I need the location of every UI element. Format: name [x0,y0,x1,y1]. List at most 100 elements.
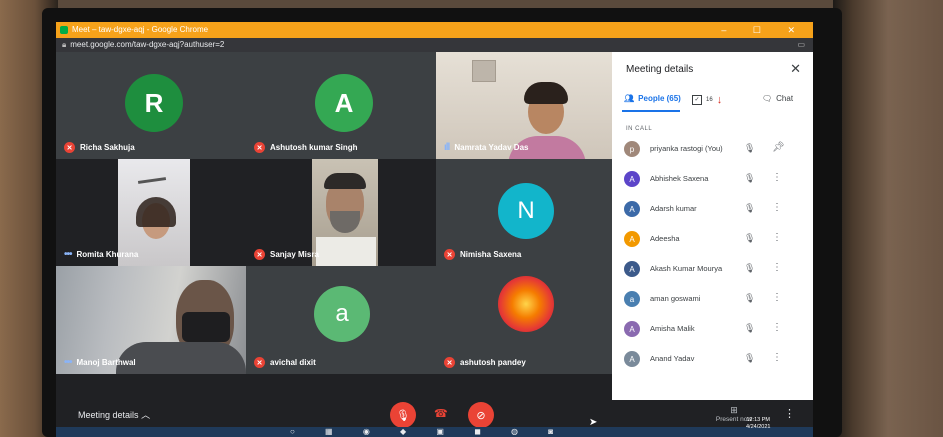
more-options-icon[interactable]: ⋮ [772,322,782,333]
mic-off-icon: ✕ [444,357,455,368]
system-clock[interactable]: 12:13 PM 4/24/2021 [746,417,770,431]
more-dots-icon: ••• [64,357,72,368]
tab-chat[interactable]: 🗨︎ Chat [762,94,793,103]
participant-list-item[interactable]: a aman goswami 🎙︎ ⋮ [612,284,813,314]
wall-switch [472,60,496,82]
participant-list-item[interactable]: A Anand Yadav 🎙︎ ⋮ [612,344,813,374]
participant-name-label: ✕ Richa Sakhuja [64,142,135,153]
meeting-details-panel: Meeting details ✕ 👥︎ People (65) ✓ 16 ↓ 🗨… [612,52,813,400]
participant-name: Abhishek Saxena [650,174,709,183]
mic-off-icon: ✕ [254,357,265,368]
avatar: N [498,183,554,239]
person-hair [524,82,568,104]
participant-name-label: ✕ avichal dixit [254,357,316,368]
meeting-control-bar: Meeting details ︿ 🎙︎ ☎︎ ⊘ ➤ ⊞ Present no… [56,400,813,428]
mic-off-icon: 🎙︎ [744,203,756,213]
mic-off-icon: 🎙︎ [744,263,756,273]
participant-list-item[interactable]: A Adarsh kumar 🎙︎ ⋮ [612,194,813,224]
background-room-right [833,0,943,437]
participant-list-item[interactable]: p priyanka rastogi (You) 🎙︎ 📌︎ [612,134,813,164]
close-icon[interactable]: ✕ [790,61,801,77]
meeting-details-button[interactable]: Meeting details ︿ [78,408,150,421]
panel-title: Meeting details [626,64,694,75]
microphone-off-button[interactable]: 🎙︎ [390,402,416,428]
tab-activities[interactable]: ✓ 16 ↓ [692,94,722,106]
avatar: A [315,74,373,132]
cast-icon[interactable]: ▭ [797,38,805,52]
participant-name-label: ••• Romita Khurana [64,249,139,260]
participant-tile[interactable]: ✕ Sanjay Misra [246,159,436,266]
participant-name: aman goswami [650,294,701,303]
avatar: a [624,291,640,307]
participant-name-label: ıll Namrata Yadav Das [444,142,529,153]
camera-off-icon: ⊘ [476,409,486,422]
avatar: A [624,231,640,247]
windows-taskbar: ○ ▦ ◉ ◆ ▣ ◼ ◍ ◙ 12:13 PM 4/24/2021 [56,417,813,437]
participant-name: Adeesha [650,234,680,243]
leave-call-button[interactable]: ☎︎ [434,407,448,420]
avatar: A [624,261,640,277]
red-arrow-annotation-icon: ↓ [716,94,723,106]
participant-tile[interactable]: A ✕ Ashutosh kumar Singh [246,52,436,159]
lock-icon: 🔒︎ [62,40,67,49]
window-controls[interactable]: – ☐ ✕ [721,22,807,38]
tab-people[interactable]: 👥︎ People (65) [624,94,681,103]
participant-tile[interactable]: ıll Namrata Yadav Das [436,52,612,159]
video-grid: R ✕ Richa Sakhuja A ✕ Ashutosh kumar Singh… [56,52,612,400]
participant-list-item[interactable]: A Abhishek Saxena 🎙︎ ⋮ [612,164,813,194]
more-options-icon[interactable]: ⋮ [772,262,782,273]
mic-off-icon: 🎙︎ [744,353,756,363]
in-call-heading: IN CALL [626,126,653,132]
meet-favicon-icon [60,25,68,34]
participant-list-item[interactable]: A Akash Kumar Mourya 🎙︎ ⋮ [612,254,813,284]
more-options-icon[interactable]: ⋮ [784,407,795,420]
window-title: Meet – taw-dgxe-aqj - Google Chrome [72,25,209,34]
more-dots-icon: ••• [64,249,72,260]
participant-name: priyanka rastogi (You) [650,144,723,153]
flower-profile-image [498,276,554,332]
checklist-icon: ✓ [692,95,702,105]
participant-tile[interactable]: ✕ ashutosh pandey [436,266,612,374]
more-options-icon[interactable]: ⋮ [772,172,782,183]
mic-off-icon: 🎙︎ [744,293,756,303]
url-text[interactable]: meet.google.com/taw-dgxe-aqj?authuser=2 [70,40,224,49]
participant-list-item[interactable]: A Amisha Malik 🎙︎ ⋮ [612,314,813,344]
phone-hangup-icon: ☎︎ [434,408,448,420]
participant-list-item[interactable]: A Adeesha 🎙︎ ⋮ [612,224,813,254]
active-tab-indicator [622,110,680,112]
pin-icon[interactable]: 📌︎ [772,142,785,153]
taskbar-app-icons[interactable]: ○ ▦ ◉ ◆ ▣ ◼ ◍ ◙ [290,427,567,436]
speaking-indicator-icon: ıll [444,142,450,153]
participant-tile[interactable]: ••• Manoj Barthwal [56,266,246,374]
avatar: A [624,201,640,217]
participant-tile[interactable]: N ✕ Nimisha Saxena [436,159,612,266]
participant-tile[interactable]: a ✕ avichal dixit [246,266,436,374]
more-options-icon[interactable]: ⋮ [772,292,782,303]
avatar: A [624,171,640,187]
participant-name: Amisha Malik [650,324,695,333]
mic-off-icon: 🎙︎ [744,233,756,243]
address-bar[interactable]: 🔒︎ meet.google.com/taw-dgxe-aqj?authuser=… [56,38,813,52]
mic-off-icon: 🎙︎ [744,173,756,183]
avatar: R [125,74,183,132]
more-options-icon[interactable]: ⋮ [772,232,782,243]
avatar: A [624,351,640,367]
avatar: A [624,321,640,337]
browser-titlebar: Meet – taw-dgxe-aqj - Google Chrome – ☐ … [56,22,813,38]
screen: Meet – taw-dgxe-aqj - Google Chrome – ☐ … [56,22,813,437]
mic-off-icon: ✕ [444,249,455,260]
participant-name-label: ✕ Nimisha Saxena [444,249,521,260]
more-options-icon[interactable]: ⋮ [772,202,782,213]
person-hair [324,173,366,189]
mic-off-icon: 🎙︎ [744,323,756,333]
camera-off-button[interactable]: ⊘ [468,402,494,428]
participant-tile[interactable]: R ✕ Richa Sakhuja [56,52,246,159]
chevron-up-icon: ︿ [141,410,151,420]
avatar: a [314,286,370,342]
more-options-icon[interactable]: ⋮ [772,352,782,363]
person-mask [182,312,230,342]
avatar: p [624,141,640,157]
participant-tile[interactable]: ••• Romita Khurana [56,159,246,266]
people-icon: 👥︎ [624,94,635,103]
participant-name: Adarsh kumar [650,204,697,213]
